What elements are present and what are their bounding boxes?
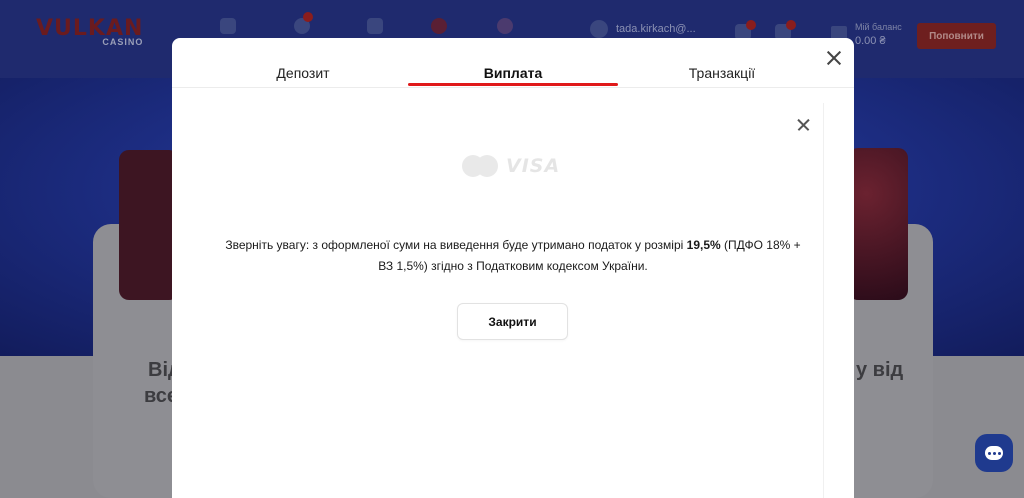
close-button[interactable]: Закрити [457, 303, 568, 340]
user-menu[interactable]: tada.kirkach@... [590, 20, 696, 38]
tax-rate: 19,5% [686, 238, 721, 252]
site-logo[interactable]: VULKAN CASINO [36, 18, 143, 47]
notice-close-icon[interactable] [796, 117, 812, 133]
payment-logos: VISA [462, 155, 560, 177]
crown-icon[interactable] [367, 18, 383, 34]
language-flag-icon[interactable] [497, 18, 513, 34]
active-tab-indicator [408, 83, 618, 86]
payment-modal: Депозит Виплата Транзакції VISA Зверніть… [172, 38, 854, 498]
messages-badge [746, 20, 756, 30]
tab-transactions[interactable]: Транзакції [627, 65, 817, 81]
slot-machine-icon[interactable] [220, 18, 236, 34]
topup-button[interactable]: Поповнити [917, 23, 996, 49]
tax-notice-prefix: Зверніть увагу: з оформленої суми на вив… [225, 238, 687, 252]
balance-value: 0.00 ₴ [855, 35, 886, 47]
avatar [590, 20, 608, 38]
support-chat-button[interactable] [975, 434, 1013, 472]
bonus-icon[interactable] [431, 18, 447, 34]
mastercard-icon [462, 155, 498, 177]
username: tada.kirkach@... [616, 23, 696, 35]
promo-banner-right[interactable] [848, 148, 908, 300]
promo-heading-right: у від [856, 359, 904, 381]
promo-banner-left[interactable] [119, 150, 179, 300]
gift-badge [786, 20, 796, 30]
modal-tabs: Депозит Виплата Транзакції [172, 38, 854, 88]
tax-notice: Зверніть увагу: з оформленої суми на вив… [222, 235, 804, 277]
balance-label: Мій баланс [855, 22, 902, 32]
visa-icon: VISA [506, 155, 561, 177]
tab-payout[interactable]: Виплата [408, 65, 618, 81]
chat-icon [985, 446, 1003, 460]
notification-badge [303, 12, 313, 22]
tab-deposit[interactable]: Депозит [208, 65, 398, 81]
